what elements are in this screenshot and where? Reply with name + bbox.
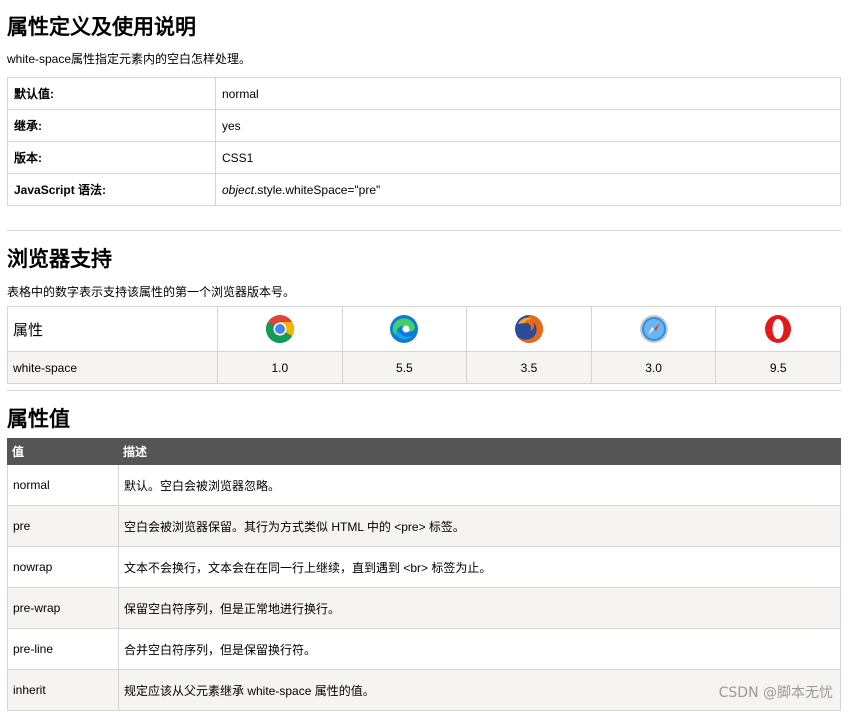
table-row: JavaScript 语法: object.style.whiteSpace="… bbox=[7, 173, 841, 206]
firefox-version: 3.5 bbox=[466, 351, 592, 384]
table-row: pre-line 合并空白符序列，但是保留换行符。 bbox=[7, 628, 841, 670]
value-cell: nowrap bbox=[7, 546, 119, 588]
inherit-value: yes bbox=[215, 109, 841, 142]
definition-description: white-space属性指定元素内的空白怎样处理。 bbox=[7, 52, 252, 66]
js-syntax-rest: .style.whiteSpace="pre" bbox=[254, 182, 381, 197]
browser-support-table: 属性 white-space 1.0 5.5 3.5 3.0 9.5 bbox=[7, 306, 841, 384]
description-column-header: 描述 bbox=[118, 438, 841, 465]
content: 属性定义及使用说明 white-space属性指定元素内的空白怎样处理。 默认值… bbox=[7, 0, 841, 711]
browser-support-title: 浏览器支持 bbox=[7, 247, 112, 271]
firefox-icon bbox=[514, 314, 544, 343]
table-row: 版本: CSS1 bbox=[7, 141, 841, 174]
safari-version: 3.0 bbox=[590, 351, 717, 384]
table-row: 默认值: normal bbox=[7, 77, 841, 110]
table-row: normal 默认。空白会被浏览器忽略。 bbox=[7, 464, 841, 506]
table-row: pre 空白会被浏览器保留。其行为方式类似 HTML 中的 <pre> 标签。 bbox=[7, 505, 841, 547]
table-header-row: 属性 bbox=[7, 306, 841, 352]
table-header-row: 值 描述 bbox=[7, 438, 841, 465]
property-header: 属性 bbox=[7, 306, 218, 352]
values-title: 属性值 bbox=[7, 407, 70, 431]
table-row: white-space 1.0 5.5 3.5 3.0 9.5 bbox=[7, 351, 841, 384]
version-value: CSS1 bbox=[215, 141, 841, 174]
table-row: 继承: yes bbox=[7, 109, 841, 142]
definition-table: 默认值: normal 继承: yes 版本: CSS1 JavaScript … bbox=[7, 77, 841, 206]
table-row: inherit 规定应该从父元素继承 white-space 属性的值。 bbox=[7, 669, 841, 711]
opera-version: 9.5 bbox=[715, 351, 841, 384]
js-syntax-value: object.style.whiteSpace="pre" bbox=[215, 173, 841, 206]
chrome-cell bbox=[217, 306, 343, 352]
values-table: 值 描述 normal 默认。空白会被浏览器忽略。 pre 空白会被浏览器保留。… bbox=[7, 438, 841, 711]
version-key: 版本: bbox=[7, 141, 216, 174]
description-cell: 保留空白符序列，但是正常地进行换行。 bbox=[118, 587, 841, 629]
js-syntax-key: JavaScript 语法: bbox=[7, 173, 216, 206]
definition-title: 属性定义及使用说明 bbox=[7, 15, 196, 39]
property-name: white-space bbox=[7, 351, 218, 384]
edge-version: 5.5 bbox=[341, 351, 468, 384]
default-key: 默认值: bbox=[7, 77, 216, 110]
value-cell: pre-line bbox=[7, 628, 119, 670]
safari-cell bbox=[590, 306, 717, 352]
value-cell: pre-wrap bbox=[7, 587, 119, 629]
chrome-icon bbox=[265, 315, 294, 343]
table-row: pre-wrap 保留空白符序列，但是正常地进行换行。 bbox=[7, 587, 841, 629]
value-cell: pre bbox=[7, 505, 119, 547]
description-cell: 默认。空白会被浏览器忽略。 bbox=[118, 464, 841, 506]
opera-icon bbox=[765, 315, 792, 343]
value-cell: inherit bbox=[7, 669, 119, 711]
description-cell: 文本不会换行，文本会在在同一行上继续，直到遇到 <br> 标签为止。 bbox=[118, 546, 841, 588]
edge-cell bbox=[341, 306, 468, 352]
js-syntax-object: object bbox=[222, 182, 255, 197]
value-column-header: 值 bbox=[7, 438, 119, 465]
browser-support-description: 表格中的数字表示支持该属性的第一个浏览器版本号。 bbox=[7, 285, 296, 299]
edge-icon bbox=[390, 315, 419, 343]
firefox-cell bbox=[466, 306, 592, 352]
safari-icon bbox=[639, 315, 668, 343]
description-cell: 空白会被浏览器保留。其行为方式类似 HTML 中的 <pre> 标签。 bbox=[118, 505, 841, 547]
watermark: CSDN @脚本无忧 bbox=[718, 685, 833, 701]
value-cell: normal bbox=[7, 464, 119, 506]
default-value: normal bbox=[215, 77, 841, 110]
table-row: nowrap 文本不会换行，文本会在在同一行上继续，直到遇到 <br> 标签为止… bbox=[7, 546, 841, 588]
description-cell: 合并空白符序列，但是保留换行符。 bbox=[118, 628, 841, 670]
opera-cell bbox=[715, 306, 841, 352]
inherit-key: 继承: bbox=[7, 109, 216, 142]
chrome-version: 1.0 bbox=[217, 351, 343, 384]
